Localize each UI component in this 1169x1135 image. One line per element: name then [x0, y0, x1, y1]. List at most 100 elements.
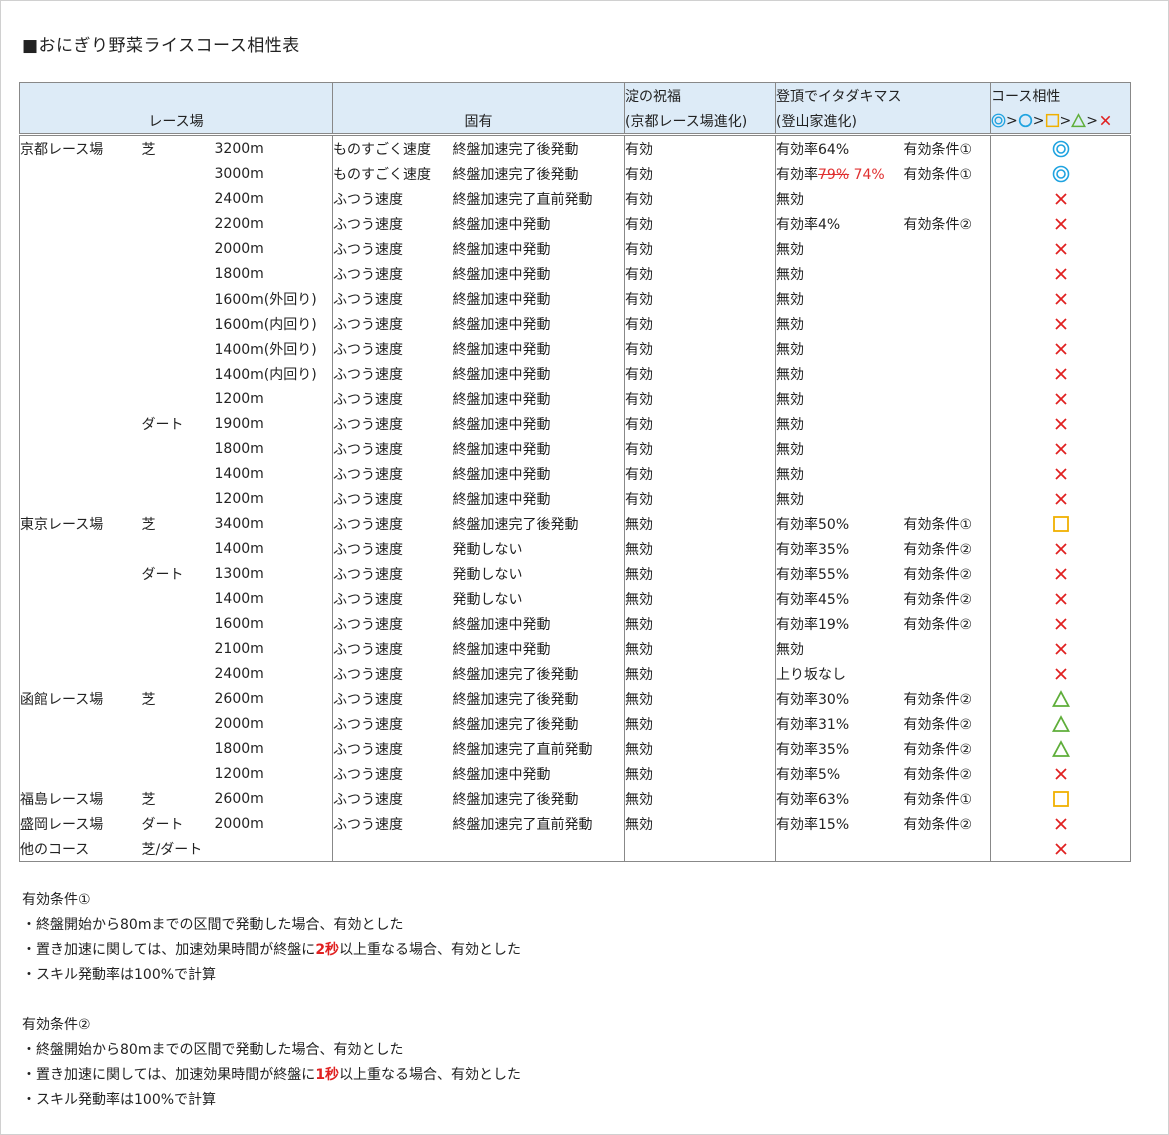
distance-cell: 2000m — [214, 715, 264, 732]
activation-cell: 終盤加速中発動 — [452, 641, 551, 658]
condition-cell: 有効条件① — [903, 791, 973, 808]
speed-cell: ふつう速度 — [332, 286, 453, 311]
course-cell — [19, 186, 142, 211]
course-cell — [19, 411, 142, 436]
condition-cell — [904, 236, 991, 261]
distance-cell: 2100m — [214, 640, 264, 657]
distance-cell: 2600m — [214, 790, 264, 807]
surface-cell — [142, 386, 215, 411]
surface-cell — [142, 636, 215, 661]
triangle-icon — [1051, 739, 1070, 757]
speed-cell: ふつう速度 — [332, 786, 453, 811]
compat-mark-cell — [990, 686, 1132, 711]
table-row: 1800m ふつう速度 終盤加速中発動 有効 無効 — [19, 436, 1132, 461]
speed-cell: ものすごく速度 — [332, 134, 453, 161]
speed-cell: ふつう速度 — [332, 586, 453, 611]
activation-cell: 終盤加速中発動 — [452, 491, 551, 508]
toucho-cell: 上り坂なし — [775, 661, 904, 686]
speed-cell: ふつう速度 — [332, 561, 453, 586]
toucho-cell: 無効 — [775, 486, 904, 511]
compat-mark-cell — [990, 511, 1132, 536]
note-cond2-line3: ・スキル発動率は100%で計算 — [22, 1092, 217, 1108]
legend-separator: > — [1032, 112, 1045, 129]
compat-mark-cell — [990, 236, 1132, 261]
yodo-cell: 有効 — [624, 411, 776, 436]
speed-cell: ふつう速度 — [332, 636, 453, 661]
yodo-cell — [624, 836, 776, 862]
surface-cell — [142, 736, 215, 761]
table-row: 1400m(外回り) ふつう速度 終盤加速中発動 有効 無効 — [19, 336, 1132, 361]
speed-cell: ふつう速度 — [332, 411, 453, 436]
course-cell — [19, 261, 142, 286]
speed-cell: ふつう速度 — [332, 736, 453, 761]
legend-triangle-icon — [1071, 113, 1087, 129]
cross-icon — [1052, 841, 1070, 857]
compat-mark-cell — [990, 486, 1132, 511]
toucho-cell: 有効率79% 74% — [775, 161, 904, 186]
surface-cell — [142, 661, 215, 686]
distance-cell: 2000m — [214, 240, 264, 257]
table-row: ダート 1900m ふつう速度 終盤加速中発動 有効 無効 — [19, 411, 1132, 436]
condition-cell — [904, 486, 991, 511]
yodo-cell: 無効 — [624, 561, 776, 586]
course-cell — [19, 536, 142, 561]
compat-mark-cell — [990, 436, 1132, 461]
table-row: 2200m ふつう速度 終盤加速中発動 有効 有効率4% 有効条件② — [19, 211, 1132, 236]
activation-cell: 終盤加速中発動 — [452, 466, 551, 483]
compat-mark-cell — [990, 336, 1132, 361]
compat-mark-cell — [990, 536, 1132, 561]
legend-double-circle-icon — [991, 113, 1007, 129]
activation-cell: 発動しない — [452, 566, 523, 583]
compat-mark-cell — [990, 611, 1132, 636]
activation-cell: 終盤加速中発動 — [452, 316, 551, 333]
toucho-cell: 無効 — [775, 386, 904, 411]
course-cell — [19, 661, 142, 686]
note-cond1-line2: ・置き加速に関しては、加速効果時間が終盤に2秒以上重なる場合、有効とした — [22, 942, 522, 958]
table-row: 1600m(内回り) ふつう速度 終盤加速中発動 有効 無効 — [19, 311, 1132, 336]
course-cell: 盛岡レース場 — [19, 811, 142, 836]
cross-icon — [1052, 191, 1070, 207]
yodo-cell: 無効 — [624, 636, 776, 661]
compat-mark-cell — [990, 134, 1132, 161]
course-cell — [19, 386, 142, 411]
header-compat-legend: > > > > — [990, 108, 1132, 136]
speed-cell: ふつう速度 — [332, 661, 453, 686]
surface-cell — [142, 436, 215, 461]
course-cell — [19, 636, 142, 661]
toucho-cell: 有効率31% — [775, 711, 904, 736]
condition-cell: 有効条件① — [903, 141, 973, 158]
surface-cell — [142, 186, 215, 211]
speed-cell: ふつう速度 — [332, 186, 453, 211]
course-cell — [19, 161, 142, 186]
toucho-cell — [775, 836, 904, 862]
table-row: 福島レース場芝 2600m ふつう速度 終盤加速完了後発動 無効 有効率63% 有効条件① — [19, 786, 1132, 811]
distance-cell: 1200m — [214, 765, 264, 782]
header-racecourse-top — [18, 82, 333, 108]
distance-cell: 1600m(外回り) — [214, 291, 317, 308]
course-cell: 函館レース場 — [19, 686, 142, 711]
cross-icon — [1052, 666, 1070, 682]
cross-icon — [1052, 241, 1070, 257]
table-row: 1400m ふつう速度 発動しない 無効 有効率35% 有効条件② — [19, 536, 1132, 561]
cross-icon — [1052, 216, 1070, 232]
speed-cell: ふつう速度 — [332, 461, 453, 486]
table-row: 1200m ふつう速度 終盤加速中発動 有効 無効 — [19, 486, 1132, 511]
table-row: 1400m ふつう速度 終盤加速中発動 有効 無効 — [19, 461, 1132, 486]
distance-cell: 1400m — [214, 465, 264, 482]
toucho-cell: 有効率4% — [775, 211, 904, 236]
speed-cell: ふつう速度 — [332, 261, 453, 286]
condition-cell — [904, 261, 991, 286]
table-row: 他のコース 芝/ダート — [19, 836, 1132, 862]
speed-cell: ふつう速度 — [332, 436, 453, 461]
toucho-cell: 有効率63% — [775, 786, 904, 811]
cross-icon — [1052, 591, 1070, 607]
activation-cell: 終盤加速完了後発動 — [452, 166, 579, 183]
compat-mark-cell — [990, 311, 1132, 336]
compat-mark-cell — [990, 386, 1132, 411]
course-cell — [19, 461, 142, 486]
course-compatibility-table: 淀の祝福 登頂でイタダキマス コース相性 レース場 固有 (京都レース場進化) … — [18, 82, 1132, 862]
course-cell — [19, 436, 142, 461]
compat-mark-cell — [990, 186, 1132, 211]
course-cell — [19, 761, 142, 786]
table-row: 2000m ふつう速度 終盤加速完了後発動 無効 有効率31% 有効条件② — [19, 711, 1132, 736]
